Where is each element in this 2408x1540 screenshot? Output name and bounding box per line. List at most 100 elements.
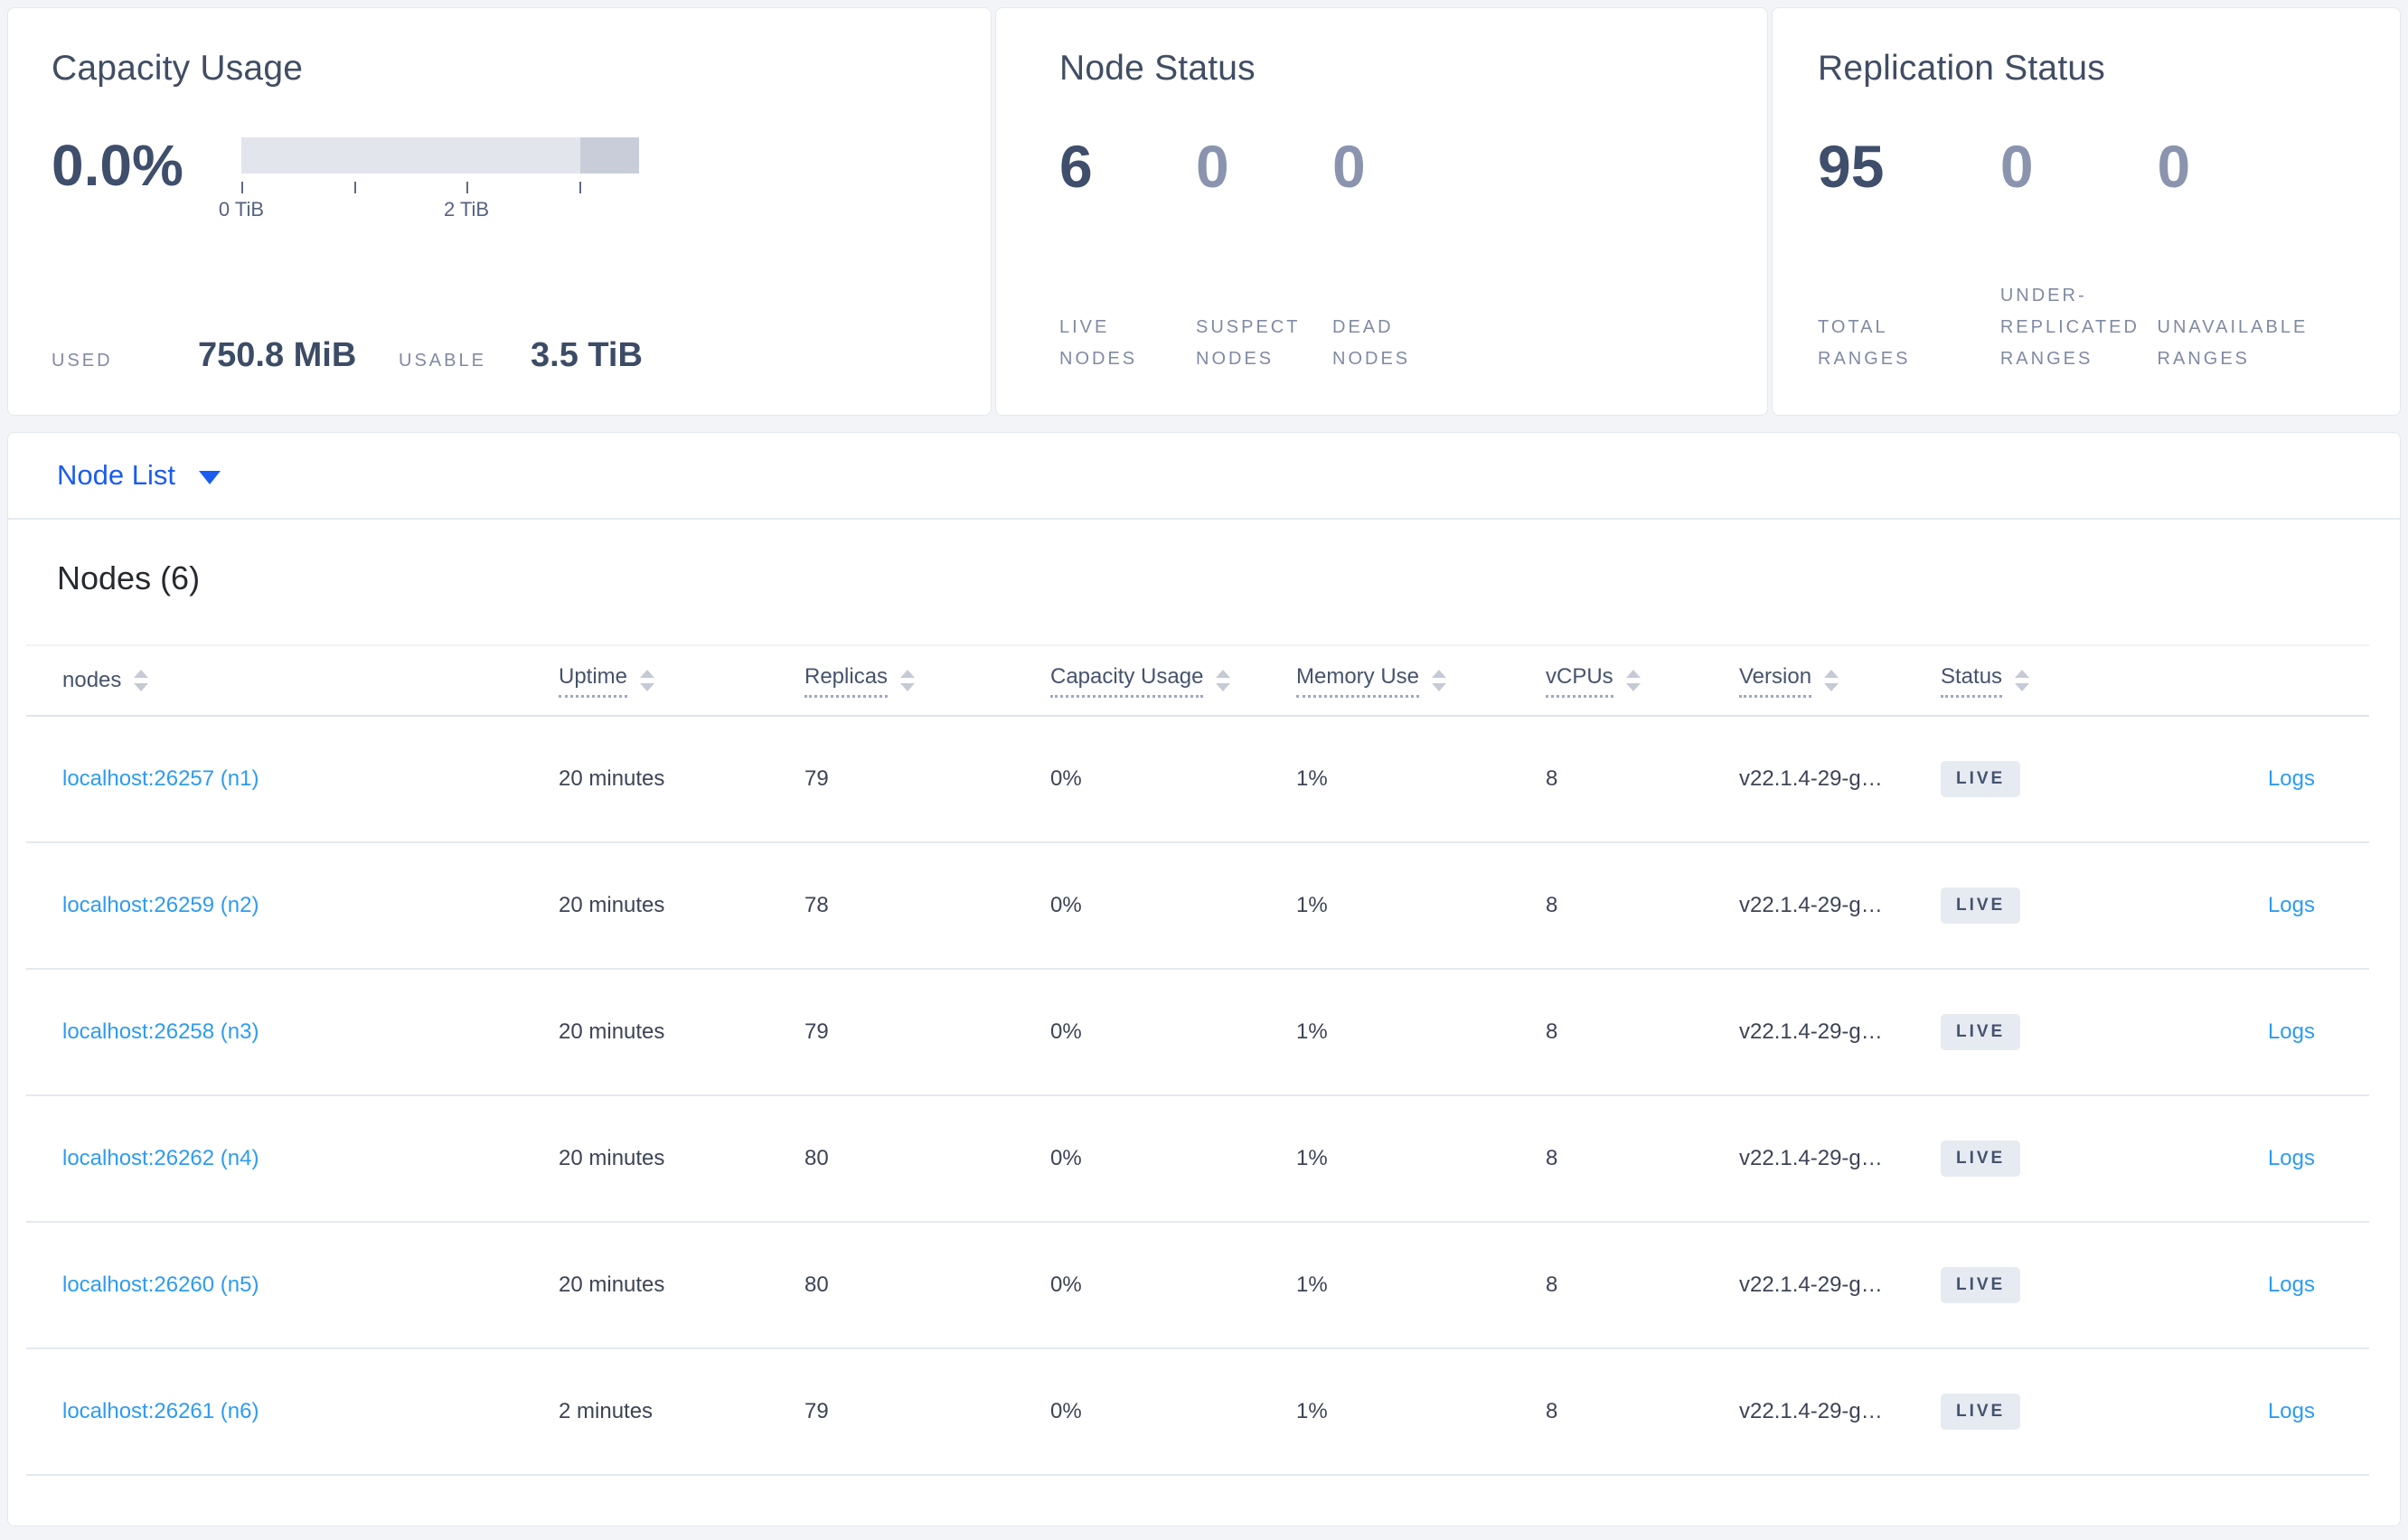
replication-status-stat: 0 UNDER-REPLICATED RANGES (2000, 136, 2158, 375)
column-header-label: Replicas (804, 664, 889, 698)
column-header-vCPUs[interactable]: vCPUs (1546, 645, 1739, 716)
logs-link[interactable]: Logs (2268, 766, 2315, 791)
cell-node: localhost:26262 (n4) (26, 1095, 559, 1222)
sort-up-icon (2015, 670, 2030, 678)
cell-replicas: 78 (804, 893, 829, 917)
column-header-inner: Version (1739, 664, 1839, 698)
column-header-Replicas[interactable]: Replicas (804, 645, 1050, 716)
replication-status-stat-label: TOTAL RANGES (1818, 317, 1911, 369)
cell-capacity-usage: 0% (1050, 1019, 1082, 1044)
sort-up-icon (134, 670, 149, 678)
sort-icon[interactable] (134, 670, 149, 691)
capacity-axis-ticks (241, 182, 639, 194)
cell-memory-use: 1% (1296, 1019, 1328, 1044)
column-header-inner: Capacity Usage (1050, 664, 1231, 698)
replication-status-title: Replication Status (1818, 49, 2105, 88)
cell-logs: Logs (2162, 716, 2369, 842)
logs-link[interactable]: Logs (2268, 1399, 2315, 1423)
sort-icon[interactable] (900, 670, 916, 691)
sort-down-icon (1216, 683, 1231, 691)
cell-status: LIVE (1941, 1222, 2162, 1348)
cell-vcpus: 8 (1546, 893, 1558, 917)
sort-icon[interactable] (1824, 670, 1839, 691)
axis-tick (578, 182, 581, 193)
column-header-Capacity Usage[interactable]: Capacity Usage (1050, 645, 1296, 716)
replication-status-stat-label: UNDER-REPLICATED RANGES (1999, 286, 2140, 369)
column-header-Status[interactable]: Status (1941, 645, 2162, 716)
column-header-Uptime[interactable]: Uptime (559, 645, 804, 716)
sort-up-icon (900, 670, 916, 678)
column-header-Memory Use[interactable]: Memory Use (1296, 645, 1546, 716)
node-status-stat-value: 0 (1196, 133, 1229, 200)
cell-logs: Logs (2162, 969, 2369, 1095)
usable-label: USABLE (399, 351, 486, 371)
logs-link[interactable]: Logs (2268, 1272, 2315, 1297)
table-header-row: nodes Uptime Replicas Capacity Usage Memory … (26, 645, 2369, 716)
cell-capacity-usage: 0% (1050, 1399, 1082, 1423)
used-value: 750.8 MiB (198, 336, 357, 374)
logs-link[interactable]: Logs (2268, 893, 2315, 917)
node-link[interactable]: localhost:26260 (n5) (62, 1272, 259, 1297)
sort-up-icon (640, 670, 655, 678)
cell-status: LIVE (1941, 1348, 2162, 1475)
cell-uptime: 20 minutes (559, 1272, 665, 1297)
nodes-table-title: Nodes (6) (57, 559, 201, 596)
node-link[interactable]: localhost:26259 (n2) (62, 893, 259, 917)
column-header-label: vCPUs (1546, 664, 1613, 698)
axis-tick-label: 0 TiB (218, 198, 265, 221)
logs-link[interactable]: Logs (2268, 1146, 2315, 1170)
sort-icon[interactable] (1216, 670, 1231, 691)
cell-uptime: 20 minutes (559, 1146, 665, 1170)
table-row: localhost:26260 (n5) 20 minutes 80 0% 1% 8 v22… (26, 1222, 2369, 1348)
column-header-label: Uptime (559, 664, 628, 698)
cell-uptime: 2 minutes (559, 1399, 654, 1423)
table-row: localhost:26262 (n4) 20 minutes 80 0% 1% 8 v22… (26, 1095, 2369, 1222)
logs-link[interactable]: Logs (2268, 1019, 2315, 1044)
node-link[interactable]: localhost:26261 (n6) (62, 1399, 259, 1423)
node-link[interactable]: localhost:26257 (n1) (62, 766, 259, 791)
node-status-stat-label: SUSPECT NODES (1196, 317, 1301, 369)
sort-icon[interactable] (1432, 670, 1447, 691)
sort-down-icon (640, 683, 655, 691)
node-link[interactable]: localhost:26258 (n3) (62, 1019, 259, 1044)
cell-logs: Logs (2162, 842, 2369, 969)
axis-tick (353, 182, 356, 193)
node-list-selector[interactable]: Node List (57, 459, 221, 492)
column-header-Version[interactable]: Version (1739, 645, 1941, 716)
cell-memory-use: 1% (1296, 1146, 1328, 1170)
cell-uptime: 20 minutes (559, 766, 665, 791)
cell-vcpus: 8 (1546, 766, 1558, 791)
sort-icon[interactable] (640, 670, 655, 691)
cell-vcpus: 8 (1546, 1399, 1558, 1423)
column-header-inner: Status (1941, 664, 2030, 698)
cell-capacity-usage: 0% (1050, 1272, 1082, 1297)
sort-down-icon (900, 683, 916, 691)
sort-up-icon (1216, 670, 1231, 678)
cell-vcpus: 8 (1546, 1272, 1558, 1297)
column-header-label: Version (1739, 664, 1812, 698)
sort-icon[interactable] (2015, 670, 2030, 691)
capacity-usage-card: Capacity Usage 0.0% 0 TiB 2 TiB USED 750.… (7, 7, 992, 416)
node-status-stat: 6 LIVE NODES (1059, 136, 1196, 375)
column-header-nodes[interactable]: nodes (26, 645, 559, 716)
summary-section: Capacity Usage 0.0% 0 TiB 2 TiB USED 750.… (7, 7, 2401, 416)
replication-status-stat-label: UNAVAILABLE RANGES (2157, 317, 2309, 369)
table-row: localhost:26261 (n6) 2 minutes 79 0% 1% 8 v22.… (26, 1348, 2369, 1475)
cell-memory-use: 1% (1296, 1399, 1328, 1423)
cell-version: v22.1.4-29-g… (1739, 1272, 1883, 1297)
axis-tick (466, 182, 469, 193)
nodes-table: nodes Uptime Replicas Capacity Usage Memory … (26, 644, 2369, 1476)
replication-status-stat: 0 UNAVAILABLE RANGES (2158, 136, 2373, 375)
cell-uptime: 20 minutes (559, 1019, 665, 1044)
capacity-usage-title: Capacity Usage (52, 49, 304, 88)
table-row: localhost:26257 (n1) 20 minutes 79 0% 1% 8 v22… (26, 716, 2369, 842)
node-status-stats: 6 LIVE NODES 0 SUSPECT NODES 0 DEAD NODES (1059, 136, 1731, 375)
axis-tick (241, 182, 243, 193)
cell-node: localhost:26257 (n1) (26, 716, 559, 842)
sort-up-icon (1625, 670, 1641, 678)
sort-icon[interactable] (1625, 670, 1641, 691)
cell-status: LIVE (1941, 842, 2162, 969)
column-header-inner: nodes (62, 668, 149, 693)
node-link[interactable]: localhost:26262 (n4) (62, 1146, 259, 1170)
view-selector-bar: Node List (8, 433, 2400, 520)
